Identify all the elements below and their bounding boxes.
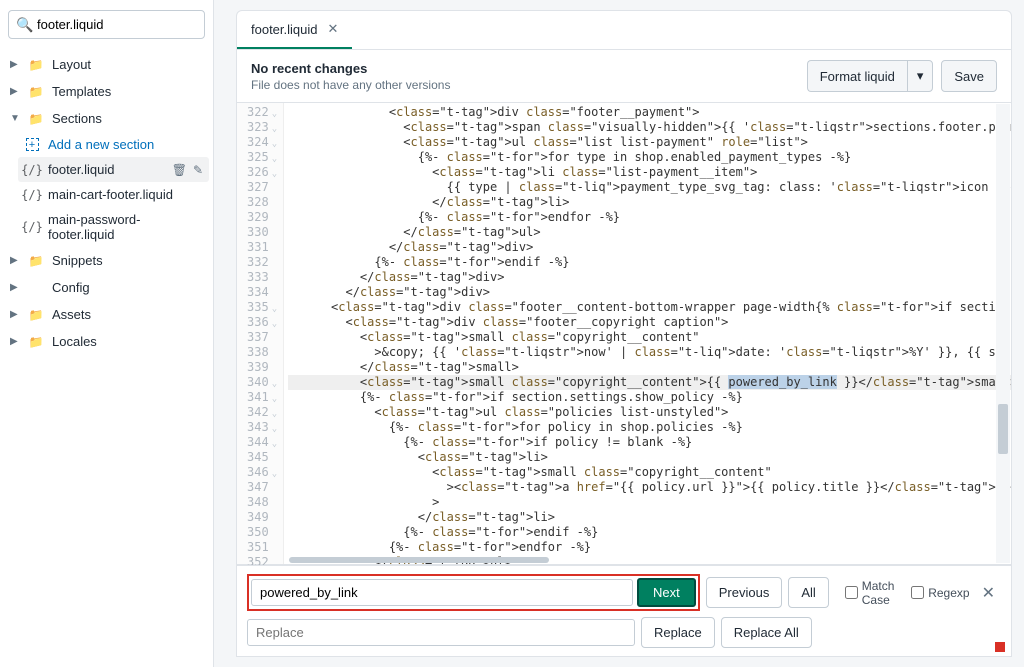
liquid-file-icon: {/} [24, 163, 40, 177]
regexp-input[interactable] [911, 586, 924, 599]
folder-icon: 📁 [28, 335, 44, 349]
previous-button[interactable]: Previous [706, 577, 783, 608]
folder-layout[interactable]: ▶ 📁 Layout [4, 51, 209, 78]
file-footer-liquid[interactable]: {/} footer.liquid 🗑 ✎ [18, 157, 209, 182]
caret-icon: ▶ [10, 282, 24, 293]
folder-snippets[interactable]: ▶ 📁 Snippets [4, 247, 209, 274]
save-button[interactable]: Save [941, 60, 997, 92]
match-case-input[interactable] [845, 586, 858, 599]
folder-assets[interactable]: ▶ 📁 Assets [4, 301, 209, 328]
add-section-label: Add a new section [48, 137, 154, 152]
folder-label: Assets [52, 307, 91, 322]
status-title: No recent changes [251, 61, 450, 76]
liquid-file-icon: {/} [24, 188, 40, 202]
add-icon: + [24, 138, 40, 151]
status-subtitle: File does not have any other versions [251, 78, 450, 92]
delete-icon[interactable]: 🗑 [172, 163, 187, 177]
file-label: footer.liquid [48, 162, 115, 177]
match-case-checkbox[interactable]: Match Case [845, 579, 895, 607]
find-input[interactable] [251, 579, 633, 606]
folder-icon: 📁 [28, 58, 44, 72]
find-replace-bar: Next Previous All Match Case Regexp ✕ Re… [236, 565, 1012, 657]
caret-down-icon: ▼ [10, 113, 24, 124]
regexp-checkbox[interactable]: Regexp [911, 586, 969, 600]
vertical-scrollbar[interactable] [996, 104, 1010, 563]
file-label: main-cart-footer.liquid [48, 187, 173, 202]
next-button[interactable]: Next [637, 578, 696, 607]
caret-icon: ▶ [10, 86, 24, 97]
tab-footer-liquid[interactable]: footer.liquid ✕ [237, 11, 352, 49]
tab-label: footer.liquid [251, 22, 318, 37]
folder-icon: 📁 [28, 254, 44, 268]
code-area[interactable]: <class="t-tag">div class="footer__paymen… [284, 103, 1011, 564]
caret-icon: ▶ [10, 336, 24, 347]
add-section[interactable]: + Add a new section [18, 132, 209, 157]
caret-icon: ▶ [10, 59, 24, 70]
chevron-down-icon: ▾ [917, 68, 924, 83]
file-label: main-password-footer.liquid [48, 212, 203, 242]
liquid-file-icon: {/} [24, 220, 40, 234]
file-main-cart-footer[interactable]: {/} main-cart-footer.liquid [18, 182, 209, 207]
caret-icon: ▶ [10, 255, 24, 266]
code-editor[interactable]: 322⌄323⌄324⌄325⌄326⌄327 328 329 330 331 … [236, 103, 1012, 565]
regexp-label: Regexp [928, 586, 969, 600]
status-bar: No recent changes File does not have any… [236, 50, 1012, 103]
file-main-password-footer[interactable]: {/} main-password-footer.liquid [18, 207, 209, 247]
horizontal-scrollbar[interactable] [289, 557, 549, 563]
caret-icon: ▶ [10, 309, 24, 320]
folder-icon: 📁 [28, 308, 44, 322]
resize-handle-icon[interactable] [995, 642, 1005, 652]
folder-label: Templates [52, 84, 111, 99]
folder-icon [28, 281, 44, 295]
close-icon[interactable]: ✕ [328, 21, 339, 37]
search-icon: 🔍 [16, 16, 33, 33]
format-liquid-split: Format liquid ▾ [807, 60, 934, 92]
folder-templates[interactable]: ▶ 📁 Templates [4, 78, 209, 105]
format-liquid-button[interactable]: Format liquid [807, 60, 907, 92]
format-liquid-dropdown[interactable]: ▾ [907, 60, 934, 92]
folder-label: Layout [52, 57, 91, 72]
folder-locales[interactable]: ▶ 📁 Locales [4, 328, 209, 355]
file-tree: ▶ 📁 Layout ▶ 📁 Templates ▼ 📁 Sections + … [0, 51, 213, 667]
folder-icon: 📁 [28, 85, 44, 99]
tab-bar: footer.liquid ✕ [236, 10, 1012, 50]
close-find-icon[interactable]: ✕ [976, 583, 1001, 603]
file-search-input[interactable] [8, 10, 205, 39]
folder-label: Sections [52, 111, 102, 126]
folder-sections[interactable]: ▼ 📁 Sections [4, 105, 209, 132]
folder-icon: 📁 [28, 112, 44, 126]
match-case-label: Match Case [862, 579, 895, 607]
folder-label: Locales [52, 334, 97, 349]
edit-icon[interactable]: ✎ [193, 163, 203, 177]
line-gutter: 322⌄323⌄324⌄325⌄326⌄327 328 329 330 331 … [237, 103, 284, 564]
folder-config[interactable]: ▶ Config [4, 274, 209, 301]
sidebar: 🔍 ▶ 📁 Layout ▶ 📁 Templates ▼ 📁 Sections [0, 0, 214, 667]
file-search: 🔍 [8, 10, 205, 39]
folder-label: Snippets [52, 253, 103, 268]
main-panel: footer.liquid ✕ No recent changes File d… [214, 0, 1024, 667]
folder-label: Config [52, 280, 90, 295]
replace-button[interactable]: Replace [641, 617, 715, 648]
all-button[interactable]: All [788, 577, 828, 608]
replace-all-button[interactable]: Replace All [721, 617, 812, 648]
replace-input[interactable] [247, 619, 635, 646]
